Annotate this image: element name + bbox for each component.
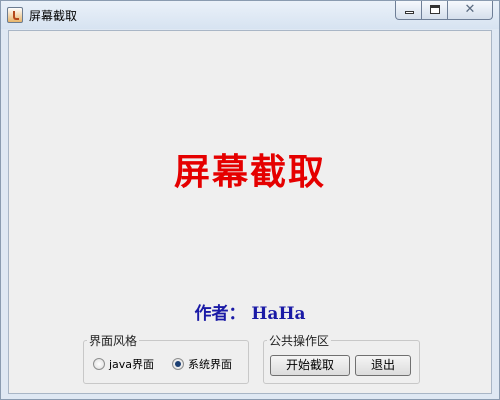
author-label: 作者： HaHa	[194, 304, 306, 324]
radio-java-ui[interactable]: java界面	[93, 356, 154, 372]
title-bar[interactable]: 屏幕截取 ✕	[1, 1, 499, 29]
content-panel: 屏幕截取 作者： HaHa 界面风格 java界面 系统界面 公共操作区 开始截…	[8, 30, 492, 394]
app-window: 屏幕截取 ✕ 屏幕截取 作者： HaHa 界面风格 java界面 系统界面 公共…	[0, 0, 500, 400]
maximize-button[interactable]	[422, 1, 448, 20]
minimize-button[interactable]	[395, 1, 422, 20]
exit-button[interactable]: 退出	[355, 355, 411, 376]
ui-style-legend: 界面风格	[87, 332, 140, 349]
window-title: 屏幕截取	[29, 9, 78, 23]
common-ops-group: 公共操作区 开始截取 退出	[263, 332, 420, 384]
close-icon: ✕	[464, 2, 476, 17]
close-button[interactable]: ✕	[448, 1, 493, 20]
radio-java-ui-circle[interactable]	[93, 358, 105, 370]
java-app-icon[interactable]	[7, 7, 23, 23]
common-ops-legend: 公共操作区	[267, 332, 332, 349]
main-title: 屏幕截取	[173, 151, 326, 193]
radio-system-ui-label[interactable]: 系统界面	[188, 356, 232, 372]
radio-java-ui-label[interactable]: java界面	[109, 356, 154, 372]
radio-system-ui[interactable]: 系统界面	[172, 356, 232, 372]
start-capture-button[interactable]: 开始截取	[270, 355, 350, 376]
radio-system-ui-circle[interactable]	[172, 358, 184, 370]
ui-style-group: 界面风格 java界面 系统界面	[83, 332, 249, 384]
window-controls: ✕	[395, 1, 493, 21]
